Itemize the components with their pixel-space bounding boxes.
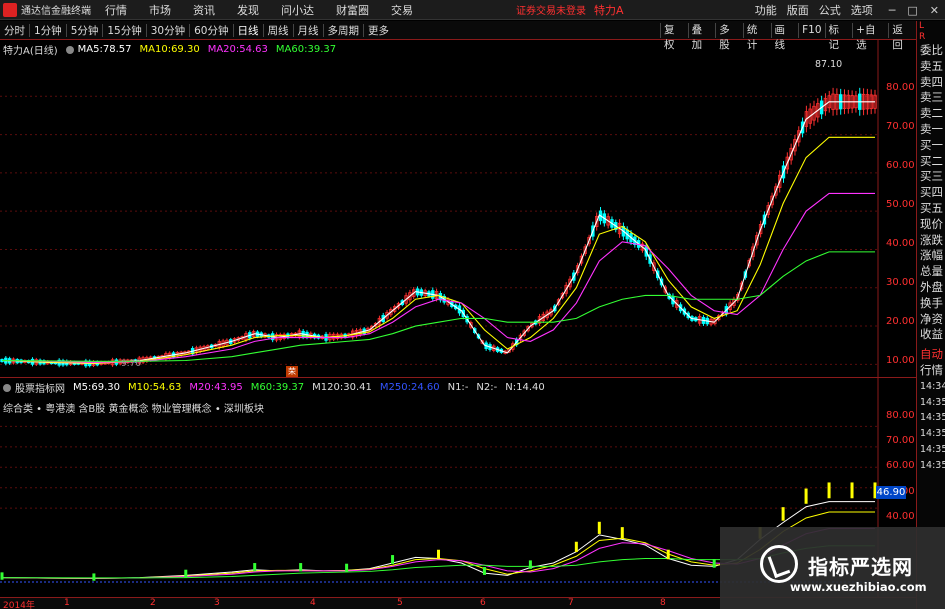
indicator-bar	[804, 488, 808, 504]
indicator-bar	[666, 549, 670, 560]
watermark-check-icon	[760, 545, 798, 583]
side-item: 涨幅	[920, 248, 943, 263]
date-tick: 2014年	[3, 601, 35, 609]
auto-toggle[interactable]: 自动	[917, 347, 945, 363]
side-item: 买五	[920, 200, 943, 215]
m10-label: M10:54.63	[128, 382, 182, 393]
ma-line-ma5	[1, 101, 875, 365]
close-button[interactable]: ✕	[930, 4, 939, 17]
min-price-marker: 9.70	[121, 359, 142, 369]
price-tick: 40.00	[886, 238, 915, 249]
tick-time: 14:35	[920, 412, 945, 424]
side-item: 净资	[920, 311, 943, 326]
indicator-bar	[391, 555, 395, 565]
side-item: 卖三	[920, 90, 943, 105]
date-tick: 1	[64, 598, 70, 608]
m60-label: M60:39.37	[250, 382, 305, 393]
side-item: 换手	[920, 295, 943, 310]
indicator-bar	[184, 569, 188, 578]
watermark-url: www.xuezhibiao.com	[790, 580, 927, 594]
tick-time: 14:35	[920, 396, 945, 408]
indicator-tick: 40.00	[886, 511, 915, 522]
price-tick: 20.00	[886, 316, 915, 327]
side-item: 总量	[920, 264, 943, 279]
indicator-bar	[827, 482, 831, 499]
quote-side-panel: L R 委比 卖五 卖四 卖三 卖二 卖一 买一 买二 买三 买四 买五 现价 …	[916, 21, 945, 609]
indicator-tick: 70.00	[886, 435, 915, 446]
side-item: 外盘	[920, 279, 943, 294]
price-tick: 60.00	[886, 160, 915, 171]
side-item: 买三	[920, 169, 943, 184]
n2-label: N2:-	[476, 382, 498, 393]
tick-time: 14:35	[920, 459, 945, 471]
price-tick: 10.00	[886, 355, 915, 366]
indicator-bar	[597, 521, 601, 534]
indicator-bar	[620, 527, 624, 539]
panel-divider	[0, 377, 916, 378]
indicator-legend: 股票指标网 M5:69.30 M10:54.63 M20:43.95 M60:3…	[3, 380, 553, 395]
date-tick: 7	[568, 598, 574, 608]
market-tab[interactable]: 行情	[917, 363, 945, 379]
kline-chart[interactable]	[0, 0, 916, 597]
tick-time: 14:35	[920, 443, 945, 455]
side-item: 卖五	[920, 58, 943, 73]
indicator-bar	[92, 573, 96, 581]
ma-line-ma10	[1, 136, 875, 364]
event-badge[interactable]: 荣	[286, 366, 298, 377]
panel-toggle-L[interactable]: L	[917, 21, 945, 32]
side-item: 收益	[920, 327, 943, 342]
date-tick: 2	[150, 598, 156, 608]
indicator-bar	[712, 559, 716, 568]
indicator-tick: 60.00	[886, 460, 915, 471]
indicator-bar	[0, 572, 4, 580]
current-value-tag: 46.90	[876, 486, 906, 499]
indicator-bar	[850, 482, 854, 499]
price-tick: 80.00	[886, 82, 915, 93]
m20-label: M20:43.95	[189, 382, 243, 393]
indicator-bar	[253, 563, 257, 572]
m5-label: M5:69.30	[73, 382, 120, 393]
indicator-name: 股票指标网	[15, 384, 65, 395]
indicator-bar	[437, 549, 440, 560]
indicator-dot-icon[interactable]	[3, 383, 11, 392]
date-tick: 4	[310, 598, 316, 608]
watermark-title: 指标严选网	[808, 555, 913, 579]
date-tick: 6	[480, 598, 486, 608]
indicator-bar	[482, 567, 486, 575]
date-tick: 5	[397, 598, 403, 608]
n1-label: N1:-	[447, 382, 469, 393]
indicator-bar	[528, 560, 532, 569]
side-item: 卖二	[920, 106, 943, 121]
date-tick: 3	[214, 598, 220, 608]
tick-time: 14:34	[920, 380, 945, 392]
indicator-bar	[299, 563, 303, 572]
side-item: 卖一	[920, 121, 943, 136]
side-item: 买二	[920, 153, 943, 168]
side-item: 买四	[920, 185, 943, 200]
indicator-bar	[345, 563, 349, 572]
price-tick: 70.00	[886, 121, 915, 132]
m120-label: M120:30.41	[312, 382, 372, 393]
max-price-marker: 87.10	[815, 59, 843, 70]
date-tick: 8	[660, 598, 666, 608]
tick-time: 14:35	[920, 428, 945, 440]
side-item: 卖四	[920, 74, 943, 89]
indicator-bar	[574, 541, 578, 553]
side-item: 委比	[920, 43, 943, 57]
price-tick: 50.00	[886, 199, 915, 210]
indicator-tick: 80.00	[886, 410, 915, 421]
side-item: 现价	[920, 216, 943, 231]
side-item: 涨跌	[920, 232, 943, 247]
concept-tags: 综合类 • 粤港澳 含B股 黄金概念 物业管理概念 • 深圳板块	[3, 404, 264, 415]
m250-label: M250:24.60	[379, 382, 440, 393]
side-item: 买一	[920, 137, 943, 152]
panel-toggle-R[interactable]: R	[917, 32, 945, 43]
price-tick: 30.00	[886, 277, 915, 288]
indicator-bar	[781, 507, 785, 521]
ma-line-ma60	[1, 251, 875, 362]
n-label: N:14.40	[505, 382, 545, 393]
